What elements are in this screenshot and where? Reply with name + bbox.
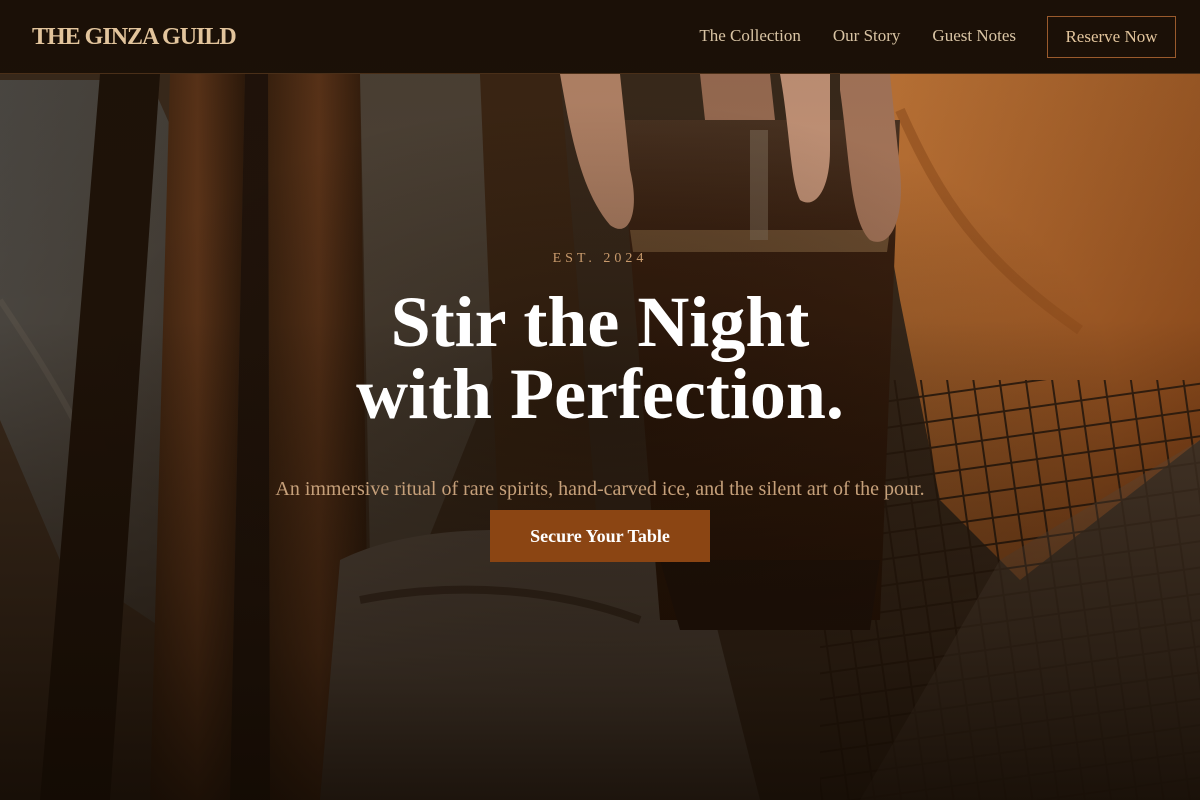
hero-headline-line-2: with Perfection.	[356, 354, 844, 434]
reserve-now-button[interactable]: Reserve Now	[1047, 16, 1176, 58]
nav-link-our-story[interactable]: Our Story	[833, 24, 901, 48]
nav-links: The Collection Our Story Guest Notes	[699, 24, 1016, 48]
nav-link-collection[interactable]: The Collection	[699, 24, 801, 48]
top-navbar: THE GINZA GUILD The Collection Our Story…	[0, 0, 1200, 74]
brand-logo[interactable]: THE GINZA GUILD	[32, 22, 237, 52]
hero-headline-line-1: Stir the Night	[390, 282, 810, 362]
hero-headline: Stir the Night with Perfection.	[0, 286, 1200, 430]
hero-eyebrow: EST. 2024	[552, 251, 648, 266]
secure-table-button[interactable]: Secure Your Table	[490, 510, 710, 562]
nav-link-guest-notes[interactable]: Guest Notes	[932, 24, 1016, 48]
hero-subtitle: An immersive ritual of rare spirits, han…	[275, 478, 925, 500]
